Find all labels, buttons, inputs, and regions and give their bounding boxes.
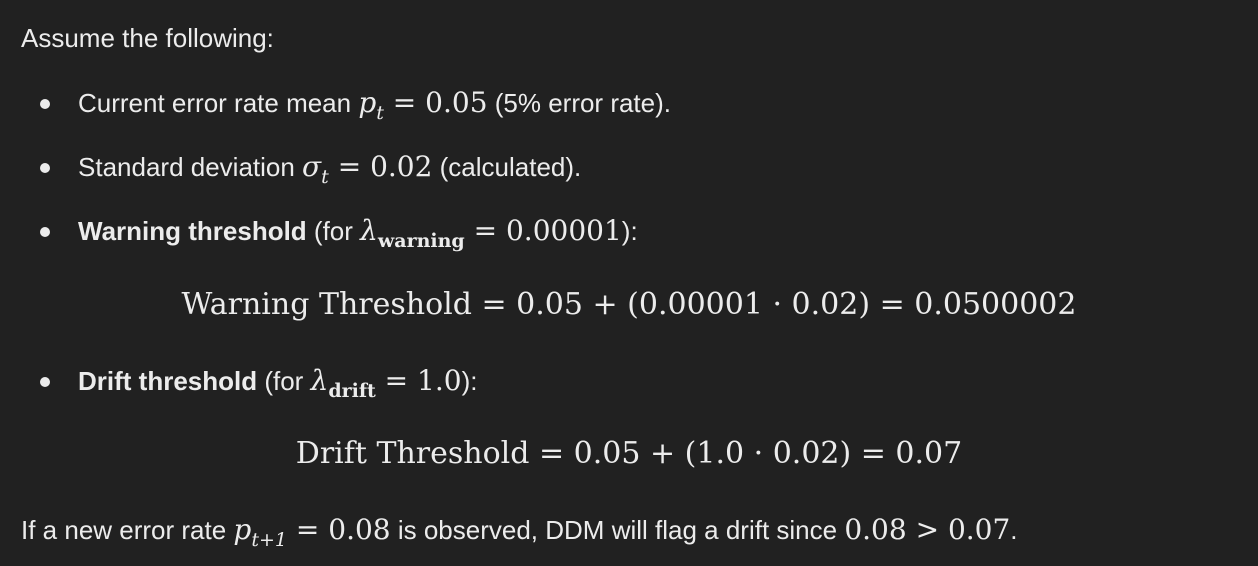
list-item-text: Current error rate mean	[78, 88, 359, 118]
bullet-dot	[40, 99, 50, 109]
math-value: = 1.0	[375, 364, 462, 397]
warning-threshold-equation: Warning Threshold = 0.05 + (0.00001 · 0.…	[0, 287, 1258, 322]
list-item-warning-threshold: Warning threshold (for λwarning = 0.0000…	[78, 214, 638, 251]
math-value: = 0.02	[328, 150, 433, 183]
list-item-text-end: ):	[461, 366, 478, 396]
math-variable: λ	[360, 214, 378, 247]
intro-label: Assume the following:	[21, 23, 274, 53]
math-subscript: t	[321, 166, 329, 188]
intro-text: Assume the following:	[21, 25, 274, 51]
bullet-dot	[40, 227, 50, 237]
math-variable: λ	[310, 364, 329, 397]
math-variable: p	[233, 513, 252, 546]
math-value: = 0.00001	[464, 214, 622, 247]
list-item-text-end: (calculated).	[432, 152, 582, 182]
list-item-bold-label: Drift threshold	[78, 366, 258, 396]
bullet-dot	[40, 163, 50, 173]
document-page: Assume the following: Current error rate…	[0, 0, 1258, 566]
math-subscript: drift	[328, 380, 376, 402]
drift-threshold-equation: Drift Threshold = 0.05 + (1.0 · 0.02) = …	[0, 436, 1258, 471]
equation-text: Drift Threshold = 0.05 + (1.0 · 0.02) = …	[295, 436, 963, 471]
list-item-text-end: ):	[621, 216, 638, 246]
list-item-text: Standard deviation	[78, 152, 303, 182]
list-item-text: (for	[257, 366, 311, 396]
math-variable: p	[358, 86, 377, 119]
list-item-bold-label: Warning threshold	[78, 216, 307, 246]
bullet-dot	[40, 377, 50, 387]
math-subscript: warning	[377, 230, 465, 252]
math-value: = 0.05	[383, 86, 488, 119]
list-item-drift-threshold: Drift threshold (for λdrift = 1.0):	[78, 364, 478, 401]
math-comparison: 0.08 > 0.07	[844, 513, 1011, 546]
list-item-error-rate: Current error rate mean pt = 0.05 (5% er…	[78, 86, 672, 123]
math-variable: σ	[302, 150, 322, 183]
conclusion-text: If a new error rate pt+1 = 0.08 is obser…	[21, 513, 1018, 550]
conclusion-text-middle: is observed, DDM will flag a drift since	[390, 515, 845, 545]
list-item-text-end: (5% error rate).	[487, 88, 672, 118]
equation-text: Warning Threshold = 0.05 + (0.00001 · 0.…	[181, 287, 1077, 322]
list-item-std-dev: Standard deviation σt = 0.02 (calculated…	[78, 150, 582, 187]
conclusion-text-end: .	[1010, 515, 1018, 545]
math-subscript: t	[376, 102, 384, 124]
math-value: = 0.08	[287, 513, 391, 546]
math-subscript: t+1	[251, 529, 288, 551]
conclusion-text-start: If a new error rate	[21, 515, 234, 545]
list-item-text: (for	[306, 216, 361, 246]
